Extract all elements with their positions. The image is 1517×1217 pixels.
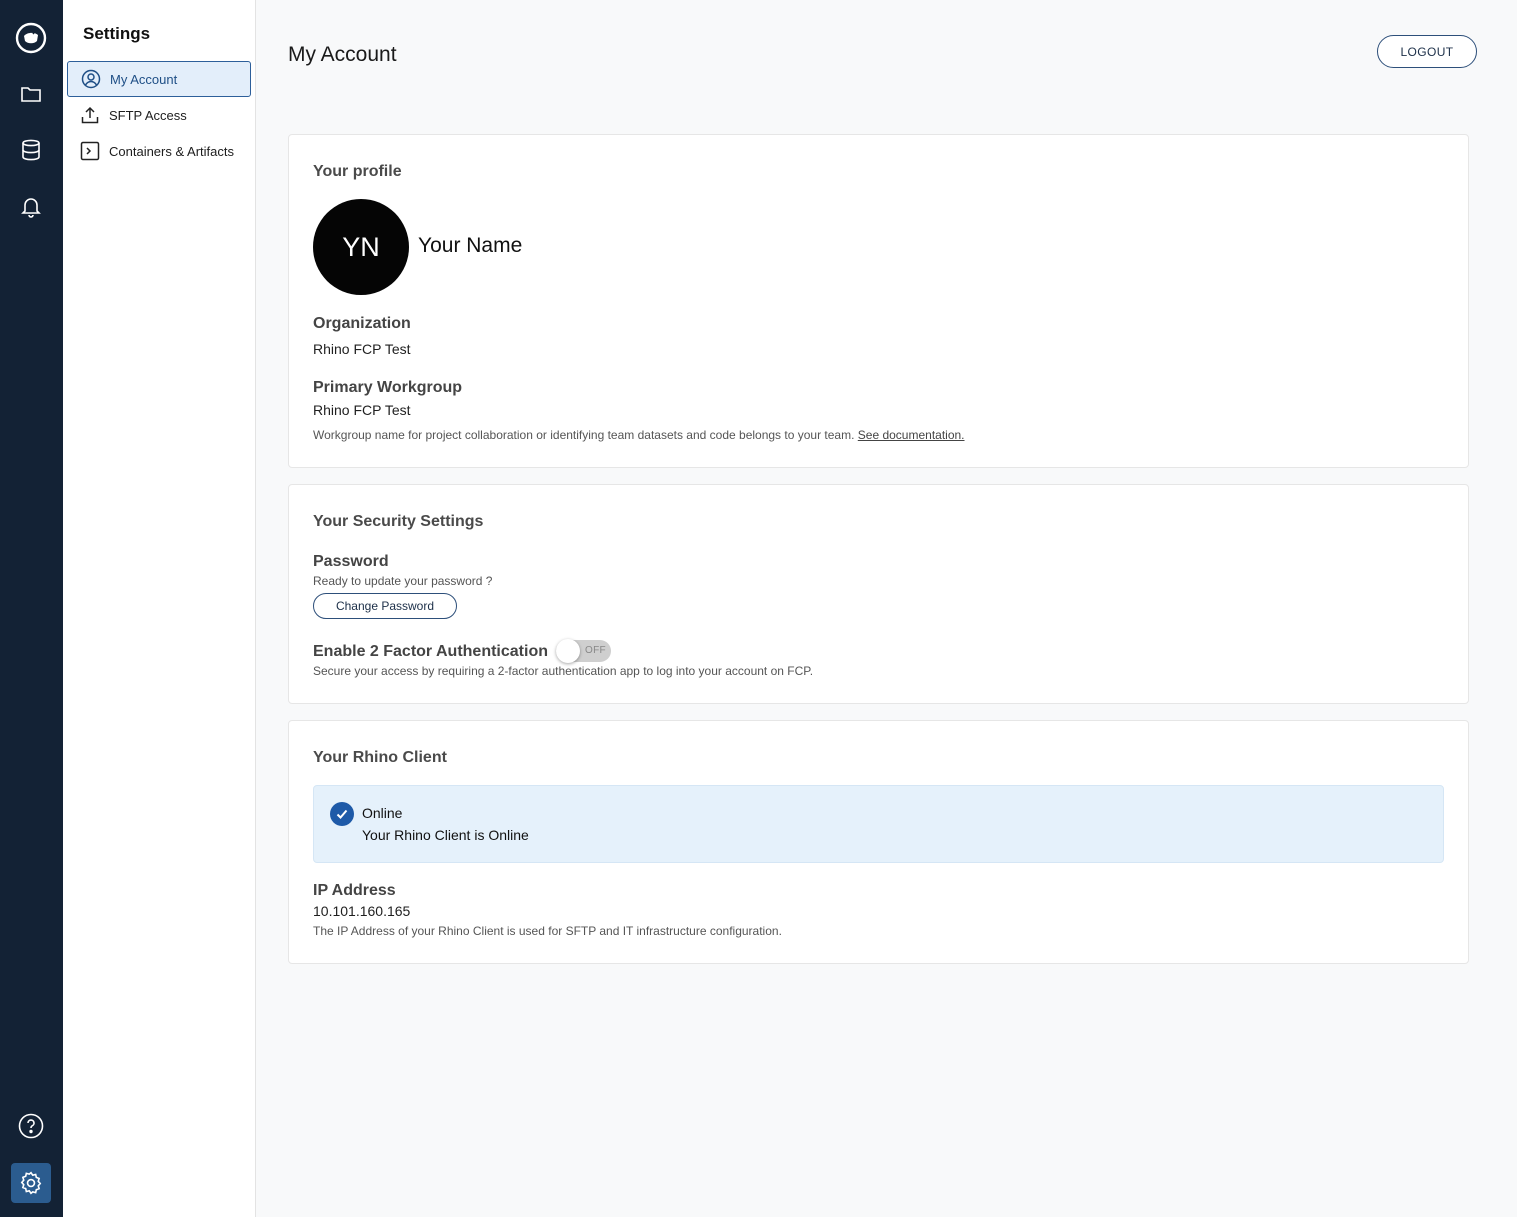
twofa-toggle[interactable]: OFF (556, 639, 611, 663)
nav-item-label: My Account (110, 71, 178, 87)
twofa-help: Secure your access by requiring a 2-fact… (313, 664, 814, 678)
user-circle-icon (80, 68, 102, 90)
security-card: Your Security Settings Password Ready to… (288, 484, 1469, 704)
nav-item-containers-artifacts[interactable]: Containers & Artifacts (67, 133, 251, 169)
organization-value: Rhino FCP Test (313, 341, 411, 357)
client-status-banner: Online Your Rhino Client is Online (313, 785, 1444, 863)
nav-item-my-account[interactable]: My Account (67, 61, 251, 97)
profile-name: Your Name (418, 234, 523, 257)
help-icon[interactable] (13, 1108, 49, 1144)
bell-icon[interactable] (13, 188, 49, 224)
nav-item-label: Containers & Artifacts (109, 143, 234, 159)
settings-sidebar: Settings My Account SFTP Access Containe… (63, 0, 256, 1217)
status-message: Your Rhino Client is Online (362, 827, 529, 843)
password-label: Password (313, 553, 389, 570)
see-documentation-link[interactable]: See documentation. (858, 428, 965, 442)
ip-address-label: IP Address (313, 882, 396, 899)
check-circle-icon (330, 802, 354, 826)
nav-item-sftp-access[interactable]: SFTP Access (67, 97, 251, 133)
main-content: My Account LOGOUT Your profile YN Your N… (256, 0, 1517, 1217)
password-help: Ready to update your password ? (313, 574, 493, 588)
database-icon[interactable] (13, 132, 49, 168)
avatar: YN (313, 199, 409, 295)
folder-icon[interactable] (13, 76, 49, 112)
status-title: Online (362, 805, 403, 821)
rhino-client-card: Your Rhino Client Online Your Rhino Clie… (288, 720, 1469, 964)
client-section-title: Your Rhino Client (313, 749, 447, 766)
organization-label: Organization (313, 315, 411, 332)
upload-icon (79, 104, 101, 126)
settings-title: Settings (83, 24, 151, 43)
change-password-button[interactable]: Change Password (313, 593, 457, 619)
nav-item-label: SFTP Access (109, 107, 187, 123)
ip-address-value: 10.101.160.165 (313, 903, 411, 919)
workgroup-label: Primary Workgroup (313, 379, 463, 396)
twofa-label: Enable 2 Factor Authentication (313, 643, 548, 660)
settings-icon[interactable] (11, 1163, 51, 1203)
profile-section-title: Your profile (313, 163, 402, 180)
toggle-state-label: OFF (585, 645, 606, 656)
page-title: My Account (288, 43, 397, 66)
workgroup-value: Rhino FCP Test (313, 402, 411, 418)
security-section-title: Your Security Settings (313, 513, 484, 530)
workgroup-help: Workgroup name for project collaboration… (313, 428, 965, 442)
logout-button[interactable]: LOGOUT (1377, 35, 1477, 68)
terminal-icon (79, 140, 101, 162)
toggle-knob (556, 639, 580, 663)
logo-icon[interactable] (13, 20, 49, 56)
workgroup-help-text: Workgroup name for project collaboration… (313, 428, 855, 442)
icon-rail (0, 0, 63, 1217)
profile-card: Your profile YN Your Name Organization R… (288, 134, 1469, 468)
ip-address-help: The IP Address of your Rhino Client is u… (313, 924, 782, 938)
